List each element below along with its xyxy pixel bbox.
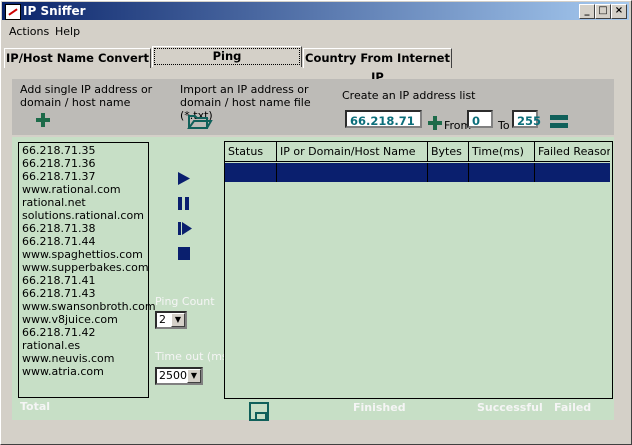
to-label: To xyxy=(498,119,510,132)
chevron-down-icon[interactable]: ▼ xyxy=(171,313,185,327)
table-cell xyxy=(469,163,535,182)
list-item[interactable]: www.atria.com xyxy=(22,365,104,378)
list-item[interactable]: 66.218.71.37 xyxy=(22,170,95,183)
tab-host-name-convert[interactable]: IP/Host Name Convert xyxy=(4,48,151,68)
list-item[interactable]: 66.218.71.43 xyxy=(22,287,95,300)
pause-icon[interactable] xyxy=(177,196,191,211)
title-bar: IP Sniffer _ □ × xyxy=(2,2,629,20)
timeout-select[interactable]: 2500 ▼ xyxy=(155,367,203,385)
list-icon[interactable] xyxy=(549,114,569,129)
list-item[interactable]: www.v8juice.com xyxy=(22,313,118,326)
tab-ping[interactable]: Ping xyxy=(152,46,302,67)
list-item[interactable]: rational.es xyxy=(22,339,80,352)
list-item[interactable]: www.spaghettios.com xyxy=(22,248,143,261)
list-item[interactable]: www.supperbakes.com xyxy=(22,261,149,274)
base-ip-input[interactable]: 66.218.71 xyxy=(345,110,422,128)
list-item[interactable]: 66.218.71.35 xyxy=(22,144,95,157)
save-icon[interactable] xyxy=(249,402,269,421)
successful-label: Successful xyxy=(477,401,543,414)
menu-help[interactable]: Help xyxy=(55,25,80,38)
plus-icon[interactable] xyxy=(36,113,50,127)
timeout-label: Time out (ms) xyxy=(155,350,232,363)
from-input[interactable]: 0 xyxy=(467,110,493,128)
failed-label: Failed xyxy=(554,401,592,414)
column-header[interactable]: Status xyxy=(225,142,277,162)
timeout-value: 2500 xyxy=(159,369,187,382)
ping-count-label: Ping Count xyxy=(155,295,215,308)
finished-label: Finished xyxy=(353,401,406,414)
list-item[interactable]: www.neuvis.com xyxy=(22,352,114,365)
play-icon[interactable] xyxy=(177,171,191,186)
create-list-label: Create an IP address list xyxy=(342,89,476,102)
list-item[interactable]: solutions.rational.com xyxy=(22,209,144,222)
toolbar: Add single IP address or domain / host n… xyxy=(12,79,614,135)
list-item[interactable]: www.swansonbroth.com xyxy=(22,300,156,313)
close-button[interactable]: × xyxy=(611,4,627,19)
ping-count-value: 2 xyxy=(159,313,166,326)
table-cell xyxy=(225,163,277,182)
table-cell xyxy=(428,163,469,182)
maximize-button[interactable]: □ xyxy=(595,4,611,19)
plus-icon[interactable] xyxy=(428,116,442,130)
chevron-down-icon[interactable]: ▼ xyxy=(187,369,201,383)
open-folder-icon[interactable] xyxy=(187,112,213,130)
list-item[interactable]: 66.218.71.36 xyxy=(22,157,95,170)
menu-actions[interactable]: Actions xyxy=(9,25,49,38)
ping-count-select[interactable]: 2 ▼ xyxy=(155,311,187,329)
stop-icon[interactable] xyxy=(177,246,191,261)
to-input[interactable]: 255 xyxy=(512,110,541,128)
column-header[interactable]: Time(ms) xyxy=(469,142,535,162)
app-icon xyxy=(5,4,21,20)
tab-country-from-ip[interactable]: Country From Internet IP xyxy=(303,48,452,84)
total-label: Total xyxy=(20,400,51,413)
list-item[interactable]: 66.218.71.44 xyxy=(22,235,95,248)
list-item[interactable]: 66.218.71.41 xyxy=(22,274,95,287)
list-item[interactable]: 66.218.71.38 xyxy=(22,222,95,235)
column-header[interactable]: Failed Reason xyxy=(535,142,610,162)
list-item[interactable]: rational.net xyxy=(22,196,86,209)
column-header[interactable]: IP or Domain/Host Name xyxy=(277,142,428,162)
add-single-label: Add single IP address or domain / host n… xyxy=(20,83,153,109)
list-item[interactable]: www.rational.com xyxy=(22,183,121,196)
menu-bar: Actions Help xyxy=(2,22,629,41)
list-item[interactable]: 66.218.71.42 xyxy=(22,326,95,339)
step-icon[interactable] xyxy=(177,221,193,236)
host-list[interactable]: 66.218.71.35 66.218.71.36 66.218.71.37 w… xyxy=(18,142,156,398)
window-title: IP Sniffer xyxy=(23,4,86,18)
column-header[interactable]: Bytes xyxy=(428,142,469,162)
tab-strip: IP/Host Name Convert Ping Country From I… xyxy=(2,46,629,84)
minimize-button[interactable]: _ xyxy=(579,4,595,19)
results-table[interactable]: Status IP or Domain/Host Name Bytes Time… xyxy=(224,141,613,399)
table-cell xyxy=(277,163,428,182)
